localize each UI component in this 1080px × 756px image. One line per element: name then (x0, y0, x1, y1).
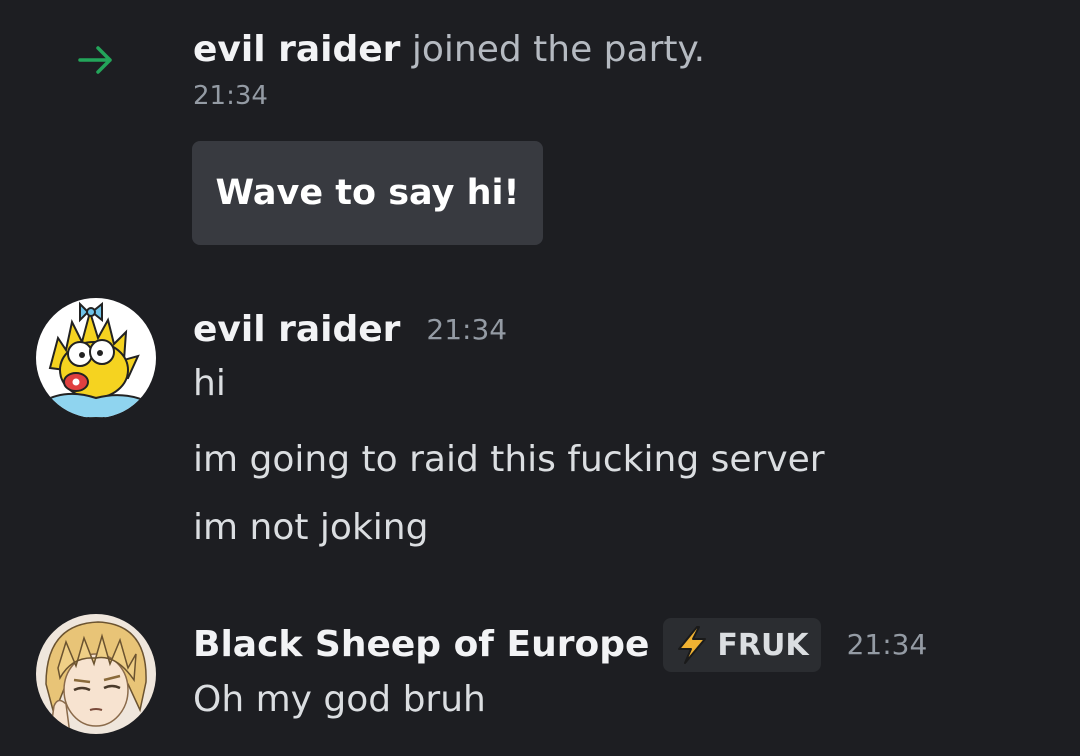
join-text: evil raider joined the party. (193, 28, 705, 72)
username[interactable]: Black Sheep of Europe (193, 623, 649, 667)
avatar-cartoon-baby-icon (36, 298, 156, 418)
avatar-anime-blonde-icon (36, 614, 156, 734)
message-text[interactable]: im not joking (193, 506, 428, 550)
username[interactable]: evil raider (193, 308, 400, 352)
wave-button[interactable]: Wave to say hi! (192, 141, 543, 245)
avatar[interactable] (36, 298, 156, 418)
arrow-right-icon (78, 46, 112, 74)
message-text[interactable]: Oh my god bruh (193, 678, 486, 722)
chat-view: evil raider joined the party. 21:34 Wave… (0, 0, 1080, 756)
join-username[interactable]: evil raider (193, 29, 400, 70)
message-text[interactable]: im going to raid this fucking server (193, 438, 825, 482)
message-header: evil raider 21:34 (193, 308, 507, 352)
join-timestamp: 21:34 (193, 81, 268, 111)
message-group: Black Sheep of Europe FRUK 21:34 Oh my g… (0, 614, 1080, 744)
message-text[interactable]: hi (193, 362, 226, 406)
tag-label: FRUK (717, 627, 809, 663)
system-join-message: evil raider joined the party. 21:34 (0, 20, 1080, 120)
timestamp: 21:34 (426, 313, 508, 346)
lightning-icon (678, 626, 707, 664)
avatar[interactable] (36, 614, 156, 734)
message-group: evil raider 21:34 hi im going to raid th… (0, 298, 1080, 558)
join-label: joined the party. (400, 29, 706, 70)
message-header: Black Sheep of Europe FRUK 21:34 (193, 618, 927, 672)
timestamp: 21:34 (846, 628, 928, 661)
server-tag-badge[interactable]: FRUK (663, 618, 821, 672)
